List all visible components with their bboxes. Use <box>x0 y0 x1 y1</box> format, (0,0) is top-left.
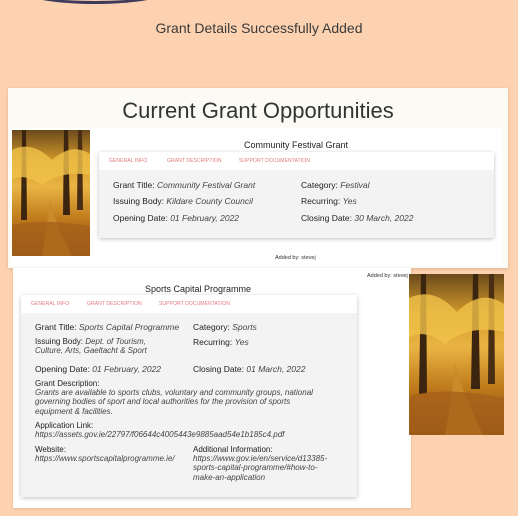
additional-info-link-1[interactable]: https://www.gov.ie/en/service/d13385- <box>193 454 327 463</box>
closing-date-value: 01 March, 2022 <box>246 364 306 374</box>
issuing-body-line-1: Dept. of Tourism, <box>85 337 146 346</box>
opening-date-field: Opening Date: 01 February, 2022 <box>35 364 161 374</box>
category-label: Category: <box>193 322 230 332</box>
opening-date-value: 01 February, 2022 <box>92 364 162 374</box>
additional-info-label: Additional Information: <box>193 445 273 454</box>
panel-body: Grant Title: Community Festival Grant Is… <box>99 170 494 238</box>
grant-description-line-2: governing bodies of sport and local auth… <box>35 397 291 407</box>
recurring-field: Recurring: Yes <box>301 196 357 206</box>
category-label: Category: <box>301 180 338 190</box>
additional-info-field: Additional Information: https://www.gov.… <box>193 445 327 482</box>
tab-bar: GENERAL INFO GRANT DESCRIPTION SUPPORT D… <box>21 295 357 313</box>
issuing-body-value: Kildare County Council <box>166 196 253 206</box>
closing-date-value: 30 March, 2022 <box>354 213 414 223</box>
opening-date-field: Opening Date: 01 February, 2022 <box>113 213 239 223</box>
grant-description-line-1: Grants are available to sports clubs, vo… <box>35 388 313 398</box>
category-field: Category: Festival <box>301 180 370 190</box>
tab-grant-description[interactable]: GRANT DESCRIPTION <box>167 158 222 164</box>
category-value: Sports <box>232 322 257 332</box>
autumn-forest-image <box>409 274 504 435</box>
recurring-value: Yes <box>342 196 357 206</box>
autumn-forest-image <box>12 130 90 256</box>
grant-title-heading: Community Festival Grant <box>243 140 349 150</box>
application-link[interactable]: https://assets.gov.ie/22797/f06644c40054… <box>35 430 284 439</box>
opening-date-label: Opening Date: <box>35 364 90 374</box>
website-field: Website: https://www.sportscapitalprogra… <box>35 445 175 463</box>
category-field: Category: Sports <box>193 322 257 332</box>
grant-title-field: Grant Title: Community Festival Grant <box>113 180 255 190</box>
opening-date-value: 01 February, 2022 <box>170 213 240 223</box>
grant-title-field: Grant Title: Sports Capital Programme <box>35 322 179 332</box>
grant-info-panel: GENERAL INFO GRANT DESCRIPTION SUPPORT D… <box>21 295 357 497</box>
tab-general-info[interactable]: GENERAL INFO <box>31 301 69 307</box>
recurring-label: Recurring: <box>193 337 233 347</box>
tab-support-documentation[interactable]: SUPPORT DOCUMENTATION <box>159 301 230 307</box>
closing-date-label: Closing Date: <box>301 213 353 223</box>
recurring-label: Recurring: <box>301 196 341 206</box>
closing-date-field: Closing Date: 01 March, 2022 <box>193 364 305 374</box>
grant-card-community-festival: Community Festival Grant GENERAL INFO GR… <box>11 128 502 266</box>
added-by: Added by: stevej <box>367 273 408 279</box>
grant-description-field: Grant Description: Grants are available … <box>35 379 355 416</box>
issuing-body-field: Issuing Body: Kildare County Council <box>113 196 253 206</box>
tab-general-info[interactable]: GENERAL INFO <box>109 158 147 164</box>
website-label: Website: <box>35 445 66 454</box>
grant-title-label: Grant Title: <box>35 322 77 332</box>
issuing-body-field: Issuing Body: Dept. of Tourism, Culture,… <box>35 337 147 355</box>
additional-info-link-2[interactable]: sports-capital-programme/#how-to- <box>193 463 327 472</box>
issuing-body-line-2: Culture, Arts, Gaeltacht & Sport <box>35 346 147 356</box>
grant-title-heading: Sports Capital Programme <box>144 284 252 294</box>
issuing-body-label: Issuing Body: <box>35 337 84 346</box>
category-value: Festival <box>340 180 370 190</box>
issuing-body-label: Issuing Body: <box>113 196 165 206</box>
grant-title-label: Grant Title: <box>113 180 155 190</box>
grant-title-value: Sports Capital Programme <box>78 322 180 332</box>
closing-date-field: Closing Date: 30 March, 2022 <box>301 213 413 223</box>
tab-support-documentation[interactable]: SUPPORT DOCUMENTATION <box>239 158 310 164</box>
grant-title-value: Community Festival Grant <box>156 180 256 190</box>
opening-date-label: Opening Date: <box>113 213 168 223</box>
website-link[interactable]: https://www.sportscapitalprogramme.ie/ <box>35 454 175 463</box>
closing-date-label: Closing Date: <box>193 364 245 374</box>
recurring-value: Yes <box>234 337 249 347</box>
grant-description-label: Grant Description: <box>35 379 100 388</box>
application-link-field: Application Link: https://assets.gov.ie/… <box>35 421 284 439</box>
application-link-label: Application Link: <box>35 421 94 430</box>
tab-bar: GENERAL INFO GRANT DESCRIPTION SUPPORT D… <box>99 152 494 170</box>
grant-card-sports-capital: Sports Capital Programme GENERAL INFO GR… <box>13 268 411 508</box>
header-arc <box>20 0 170 4</box>
added-by: Added by: stevej <box>275 255 316 261</box>
grant-info-panel: GENERAL INFO GRANT DESCRIPTION SUPPORT D… <box>99 152 494 238</box>
recurring-field: Recurring: Yes <box>193 337 249 347</box>
grant-description-line-3: equipment & facilities. <box>35 406 113 416</box>
additional-info-link-3[interactable]: make-an-application <box>193 473 327 482</box>
panel-body: Grant Title: Sports Capital Programme Is… <box>21 313 357 497</box>
tab-grant-description[interactable]: GRANT DESCRIPTION <box>87 301 142 307</box>
success-message: Grant Details Successfully Added <box>155 20 363 36</box>
section-title: Current Grant Opportunities <box>122 98 394 123</box>
